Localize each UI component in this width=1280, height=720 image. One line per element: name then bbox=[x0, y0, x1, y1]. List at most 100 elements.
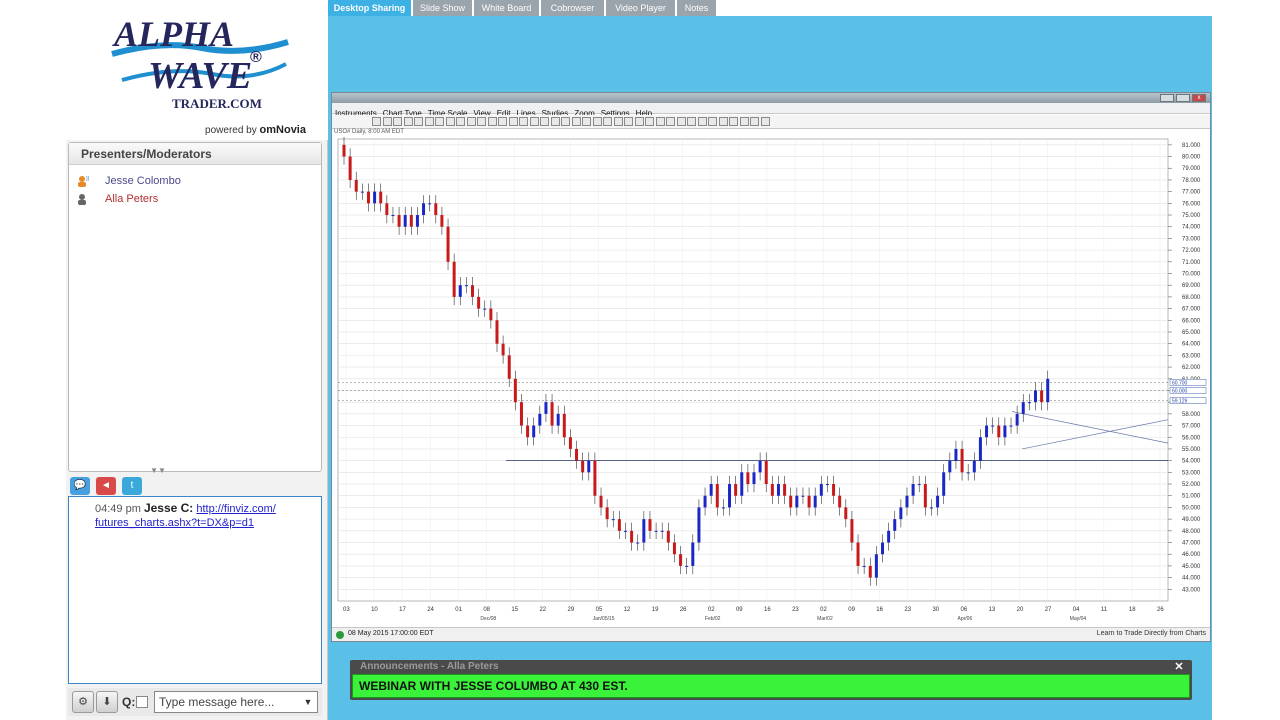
tab-slide-show[interactable]: Slide Show bbox=[413, 0, 473, 16]
svg-text:TRADER.COM: TRADER.COM bbox=[172, 96, 262, 111]
toolbar-button-icon[interactable] bbox=[498, 117, 507, 126]
chevron-down-icon[interactable]: ▼ bbox=[300, 692, 316, 712]
chat-messages[interactable]: 04:49 pm Jesse C: http://finviz.com/ fut… bbox=[68, 496, 322, 684]
toolbar-button-icon[interactable] bbox=[529, 117, 539, 126]
chart-symbol: USO# Daily, 8:00 AM EDT bbox=[334, 129, 404, 135]
toolbar-button-icon[interactable] bbox=[739, 117, 749, 126]
toolbar-button-icon[interactable] bbox=[456, 117, 465, 126]
svg-text:ALPHA: ALPHA bbox=[112, 14, 234, 54]
download-button[interactable]: ⬇ bbox=[96, 691, 118, 713]
candle-body bbox=[538, 413, 542, 426]
toolbar-button-icon[interactable] bbox=[645, 117, 654, 126]
toolbar-button-icon[interactable] bbox=[403, 117, 413, 126]
x-tick-label: 01 bbox=[455, 607, 462, 613]
maximize-icon[interactable] bbox=[1176, 94, 1190, 102]
toolbar-button-icon[interactable] bbox=[592, 117, 602, 126]
toolbar-button-icon[interactable] bbox=[519, 117, 528, 126]
candle-body bbox=[1003, 425, 1007, 438]
presenter-alla-peters[interactable]: Alla Peters bbox=[69, 190, 321, 208]
candle-body bbox=[513, 378, 517, 403]
panel-splitter[interactable]: ▼▼ bbox=[146, 466, 170, 475]
x-tick-label: 19 bbox=[652, 607, 659, 613]
presenter-jesse-colombo[interactable]: )) Jesse Colombo bbox=[69, 172, 321, 190]
candle-body bbox=[672, 542, 676, 555]
chat-tab-icon[interactable]: 💬 bbox=[70, 477, 90, 495]
message-input[interactable] bbox=[154, 691, 318, 713]
candle-body bbox=[850, 519, 854, 543]
toolbar-button-icon[interactable] bbox=[687, 117, 696, 126]
candle-body bbox=[899, 507, 903, 520]
toolbar-button-icon[interactable] bbox=[508, 117, 518, 126]
toolbar-button-icon[interactable] bbox=[697, 117, 707, 126]
toolbar-button-icon[interactable] bbox=[487, 117, 497, 126]
toolbar-button-icon[interactable] bbox=[603, 117, 612, 126]
tab-notes[interactable]: Notes bbox=[677, 0, 717, 16]
candle-body bbox=[587, 460, 591, 473]
announcement-panel: Announcements - Alla Peters ✕ WEBINAR WI… bbox=[350, 660, 1192, 700]
toolbar-button-icon[interactable] bbox=[729, 117, 738, 126]
x-tick-label: 26 bbox=[1157, 607, 1164, 613]
toolbar-button-icon[interactable] bbox=[718, 117, 728, 126]
x-tick-label: 05 bbox=[596, 607, 603, 613]
y-tick-label: 43.000 bbox=[1182, 587, 1201, 593]
tab-desktop-sharing[interactable]: Desktop Sharing bbox=[328, 0, 412, 16]
toolbar-button-icon[interactable] bbox=[613, 117, 623, 126]
toolbar-button-icon[interactable] bbox=[634, 117, 644, 126]
toolbar-button-icon[interactable] bbox=[435, 117, 444, 126]
learn-link[interactable]: Learn to Trade Directly from Charts bbox=[1097, 630, 1206, 637]
x-tick-label: 09 bbox=[848, 607, 855, 613]
toolbar-button-icon[interactable] bbox=[540, 117, 549, 126]
y-tick-label: 74.000 bbox=[1182, 225, 1201, 231]
tab-video-player[interactable]: Video Player bbox=[606, 0, 676, 16]
toolbar-button-icon[interactable] bbox=[477, 117, 486, 126]
y-tick-label: 78.000 bbox=[1182, 178, 1201, 184]
tab-cobrowser[interactable]: Cobrowser bbox=[541, 0, 605, 16]
toolbar-button-icon[interactable] bbox=[393, 117, 402, 126]
status-time: 08 May 2015 17:00:00 EDT bbox=[348, 630, 434, 637]
toolbar-button-icon[interactable] bbox=[655, 117, 665, 126]
toolbar-button-icon[interactable] bbox=[624, 117, 633, 126]
toolbar-button-icon[interactable] bbox=[382, 117, 392, 126]
x-tick-label: 20 bbox=[1017, 607, 1024, 613]
toolbar-button-icon[interactable] bbox=[445, 117, 455, 126]
toolbar-button-icon[interactable] bbox=[414, 117, 423, 126]
svg-text:WAVE: WAVE bbox=[148, 55, 252, 97]
toolbar-button-icon[interactable] bbox=[561, 117, 570, 126]
candle-body bbox=[501, 343, 505, 356]
toolbar-button-icon[interactable] bbox=[372, 117, 381, 126]
price-chart[interactable]: 81.000 80.000 79.000 78.000 77.000 76.000 75.0… bbox=[332, 137, 1210, 627]
y-tick-label: 47.000 bbox=[1182, 541, 1201, 547]
candle-body bbox=[575, 448, 579, 461]
close-icon[interactable]: ✕ bbox=[1172, 661, 1186, 673]
minimize-icon[interactable] bbox=[1160, 94, 1174, 102]
y-tick-label: 55.000 bbox=[1182, 447, 1201, 453]
x-tick-label: 03 bbox=[343, 607, 350, 613]
toolbar-button-icon[interactable] bbox=[676, 117, 686, 126]
toolbar-button-icon[interactable] bbox=[708, 117, 717, 126]
toolbar-button-icon[interactable] bbox=[582, 117, 591, 126]
candle-body bbox=[489, 308, 493, 321]
twitter-tab-icon[interactable]: t bbox=[122, 477, 142, 495]
candle-body bbox=[452, 261, 456, 297]
toolbar-button-icon[interactable] bbox=[571, 117, 581, 126]
qa-tab-icon[interactable]: ◄ bbox=[96, 477, 116, 495]
candle-body bbox=[422, 203, 426, 216]
candle-body bbox=[342, 144, 346, 157]
candle-body bbox=[366, 191, 370, 204]
x-tick-label: 18 bbox=[1129, 607, 1136, 613]
toolbar-button-icon[interactable] bbox=[760, 117, 770, 126]
settings-button[interactable]: ⚙ bbox=[72, 691, 94, 713]
close-icon[interactable]: x bbox=[1192, 94, 1206, 102]
question-checkbox[interactable] bbox=[136, 696, 148, 708]
candle-body bbox=[844, 507, 848, 520]
toolbar-button-icon[interactable] bbox=[550, 117, 560, 126]
toolbar-button-icon[interactable] bbox=[424, 117, 434, 126]
toolbar-button-icon[interactable] bbox=[750, 117, 759, 126]
candle-body bbox=[654, 530, 658, 532]
toolbar-button-icon[interactable] bbox=[466, 117, 476, 126]
tab-white-board[interactable]: White Board bbox=[474, 0, 540, 16]
announcement-message: WEBINAR WITH JESSE COLUMBO AT 430 EST. bbox=[352, 674, 1190, 698]
presenters-header: Presenters/Moderators bbox=[69, 143, 321, 165]
price-label: 60.700 bbox=[1172, 380, 1188, 386]
toolbar-button-icon[interactable] bbox=[666, 117, 675, 126]
